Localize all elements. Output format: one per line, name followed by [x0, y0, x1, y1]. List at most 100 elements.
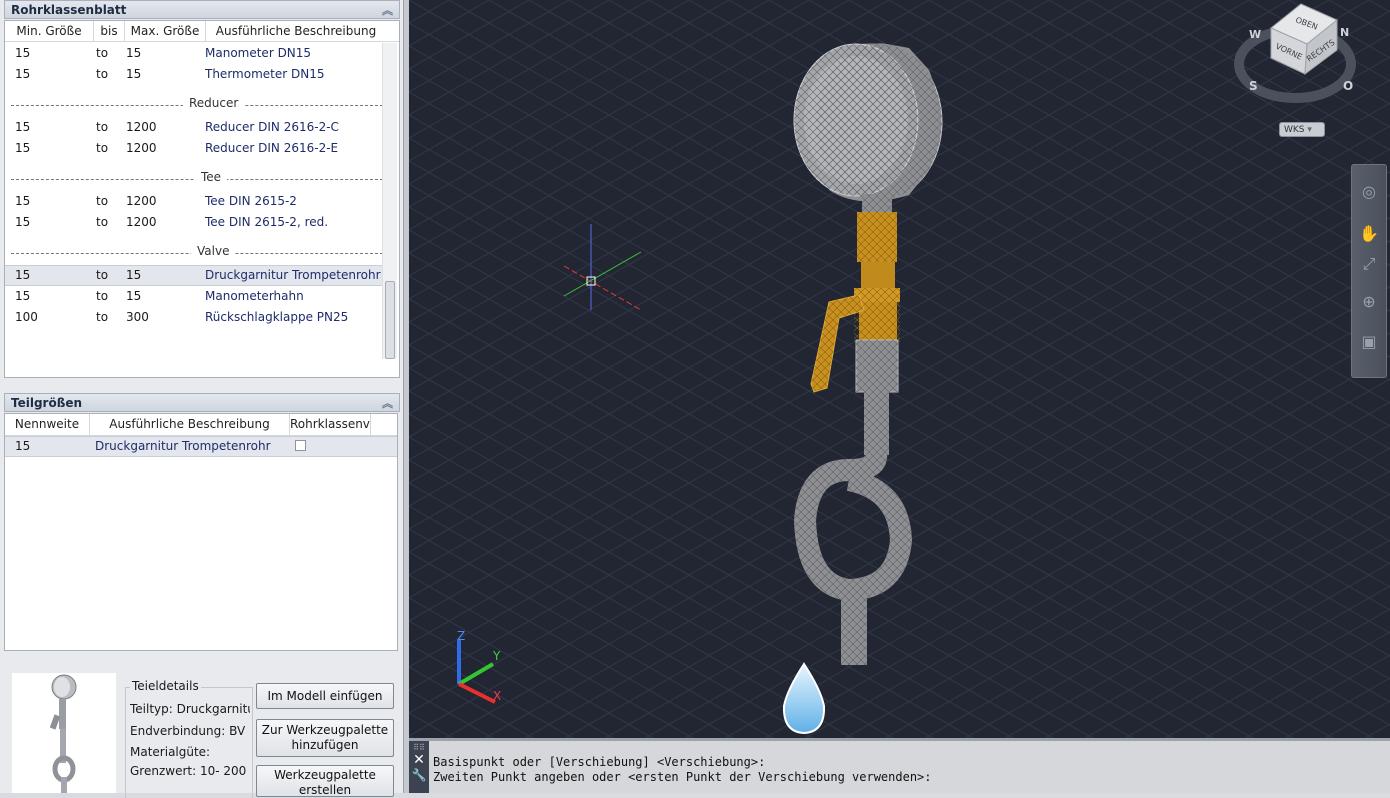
panel-title: Teilgrößen: [11, 396, 83, 410]
table-row[interactable]: 15 to 1200 Tee DIN 2615-2, red.: [5, 212, 383, 233]
cell-max: 1200: [126, 120, 157, 134]
col-min-size[interactable]: Min. Größe: [5, 21, 94, 41]
cell-min: 15: [15, 268, 31, 282]
table-row-selected[interactable]: 15 Druckgarnitur Trompetenrohr: [5, 436, 397, 457]
steering-wheel-icon[interactable]: ◎: [1358, 181, 1380, 203]
axis-x-label: X: [493, 689, 501, 703]
showmotion-icon[interactable]: ▣: [1358, 331, 1380, 353]
cell-min: 15: [15, 194, 31, 208]
cell-min: 15: [15, 215, 31, 229]
cell-bis: to: [96, 194, 109, 208]
horizontal-scrollbar[interactable]: ◀ ||| ▶: [9, 377, 383, 378]
close-icon[interactable]: ✕: [409, 752, 429, 768]
navigation-bar: ◎ ✋ ⤢ ⊕ ▣: [1351, 164, 1387, 378]
cell-bis: to: [96, 141, 109, 155]
group-separator-tee: Tee: [11, 170, 383, 187]
col-nennweite[interactable]: Nennweite: [5, 414, 90, 435]
table-row[interactable]: 100 to 300 Rückschlagklappe PN25: [5, 307, 383, 328]
command-line-handle[interactable]: ⠿⠿ ✕ 🔧: [409, 741, 429, 793]
detail-material: Materialgüte:: [130, 745, 211, 759]
cell-bis: to: [96, 46, 109, 60]
spec-table-header: Min. Größe bis Max. Größe Ausführliche B…: [5, 21, 399, 42]
scroll-thumb[interactable]: [385, 281, 395, 359]
group-label: Reducer: [183, 96, 245, 110]
table-row[interactable]: 15 to 15 Thermometer DN15: [5, 64, 383, 85]
add-to-tool-palette-button[interactable]: Zur Werkzeugpalette hinzufügen: [256, 719, 394, 757]
part-sizes-header: Nennweite Ausführliche Beschreibung Rohr…: [5, 414, 397, 436]
cell-desc: Rückschlagklappe PN25: [205, 310, 349, 324]
cell-min: 15: [15, 120, 31, 134]
cell-max: 1200: [126, 215, 157, 229]
ucs-menu-button[interactable]: WKS ▾: [1279, 122, 1325, 137]
col-rohrklassenvorgabe[interactable]: Rohrklassenvo: [290, 414, 371, 435]
pipe-spec-palette: Rohrklassenblatt ︽ Min. Größe bis Max. G…: [0, 0, 403, 798]
pan-hand-icon[interactable]: ✋: [1358, 223, 1380, 245]
col-description[interactable]: Ausführliche Beschreibung: [206, 21, 386, 41]
col-bis[interactable]: bis: [94, 21, 125, 41]
cell-max: 1200: [126, 141, 157, 155]
cell-desc: Manometer DN15: [205, 46, 312, 60]
cell-bis: to: [96, 268, 109, 282]
cell-desc: Tee DIN 2615-2: [205, 194, 297, 208]
table-row[interactable]: 15 to 1200 Reducer DIN 2616-2-C: [5, 117, 383, 138]
cell-desc: Druckgarnitur Trompetenrohr: [95, 439, 271, 453]
table-row[interactable]: 15 to 1200 Tee DIN 2615-2: [5, 191, 383, 212]
cell-desc: Reducer DIN 2616-2-E: [205, 141, 339, 155]
cell-min: 15: [15, 289, 31, 303]
collapse-chevron-icon[interactable]: ︽: [382, 2, 393, 18]
create-tool-palette-button[interactable]: Werkzeugpalette erstellen: [256, 765, 394, 797]
drawing-viewport[interactable]: Z Y X OBEN VORNE RECHTS N W S O WKS ▾ ◎ …: [409, 0, 1390, 738]
cell-bis: to: [96, 67, 109, 81]
cell-min: 15: [15, 67, 31, 81]
cell-bis: to: [96, 310, 109, 324]
cell-max: 15: [126, 67, 142, 81]
col-description[interactable]: Ausführliche Beschreibung: [90, 414, 290, 435]
compass-w[interactable]: W: [1249, 28, 1261, 41]
cell-min: 100: [15, 310, 38, 324]
detail-grenzwert: Grenzwert: 10- 200: [130, 764, 247, 778]
cell-max: 1200: [126, 194, 157, 208]
grip-icon[interactable]: ⠿⠿: [409, 743, 429, 752]
table-row[interactable]: 15 to 15 Manometerhahn: [5, 286, 383, 307]
collapse-chevron-icon[interactable]: ︽: [382, 395, 393, 411]
button-label-line1: Werkzeugpalette: [274, 768, 376, 782]
table-row[interactable]: 15 to 15 Manometer DN15: [5, 43, 383, 64]
button-label-line2: erstellen: [298, 783, 352, 797]
cell-bis: to: [96, 289, 109, 303]
viewport-canvas: Z Y X OBEN VORNE RECHTS N W S O: [409, 0, 1390, 738]
panel-header-rohrklassenblatt[interactable]: Rohrklassenblatt ︽: [4, 0, 400, 19]
zoom-extents-icon[interactable]: ⤢: [1358, 253, 1380, 275]
spec-table: Min. Größe bis Max. Größe Ausführliche B…: [4, 20, 400, 378]
insert-in-model-button[interactable]: Im Modell einfügen: [256, 683, 394, 709]
table-row-selected[interactable]: 15 to 15 Druckgarnitur Trompetenrohr: [5, 265, 383, 286]
part-details: Teieldetails Teiltyp: Druckgarnitur Endv…: [4, 655, 400, 798]
command-line: ⠿⠿ ✕ 🔧 Basispunkt oder [Verschiebung] <V…: [409, 738, 1390, 793]
cell-desc: Reducer DIN 2616-2-C: [205, 120, 339, 134]
part-preview-image: [12, 673, 116, 793]
compass-n[interactable]: N: [1340, 26, 1349, 39]
cell-bis: to: [96, 120, 109, 134]
cell-bis: to: [96, 215, 109, 229]
table-row[interactable]: 15 to 1200 Reducer DIN 2616-2-E: [5, 138, 383, 159]
axis-z-label: Z: [457, 629, 465, 643]
group-separator-valve: Valve: [11, 244, 383, 261]
ucs-menu-label: WKS: [1284, 125, 1305, 135]
orbit-icon[interactable]: ⊕: [1358, 291, 1380, 313]
cell-min: 15: [15, 46, 31, 60]
cell-nennweite: 15: [15, 439, 31, 453]
cell-desc: Manometerhahn: [205, 289, 304, 303]
checkbox-spec-default[interactable]: [295, 440, 306, 451]
group-label: Valve: [191, 244, 236, 258]
button-label-line1: Zur Werkzeugpalette: [261, 723, 389, 737]
col-max-size[interactable]: Max. Größe: [125, 21, 206, 41]
compass-o[interactable]: O: [1343, 79, 1353, 93]
cell-desc: Tee DIN 2615-2, red.: [205, 215, 329, 229]
panel-header-teilgroessen[interactable]: Teilgrößen ︽: [4, 393, 400, 412]
button-label-line2: hinzufügen: [291, 738, 359, 752]
compass-s[interactable]: S: [1249, 79, 1258, 93]
wrench-icon[interactable]: 🔧: [409, 768, 429, 782]
vertical-scrollbar[interactable]: [382, 43, 397, 359]
chevron-down-icon: ▾: [1307, 125, 1312, 135]
group-separator-reducer: Reducer: [11, 96, 383, 113]
cell-max: 15: [126, 46, 142, 60]
